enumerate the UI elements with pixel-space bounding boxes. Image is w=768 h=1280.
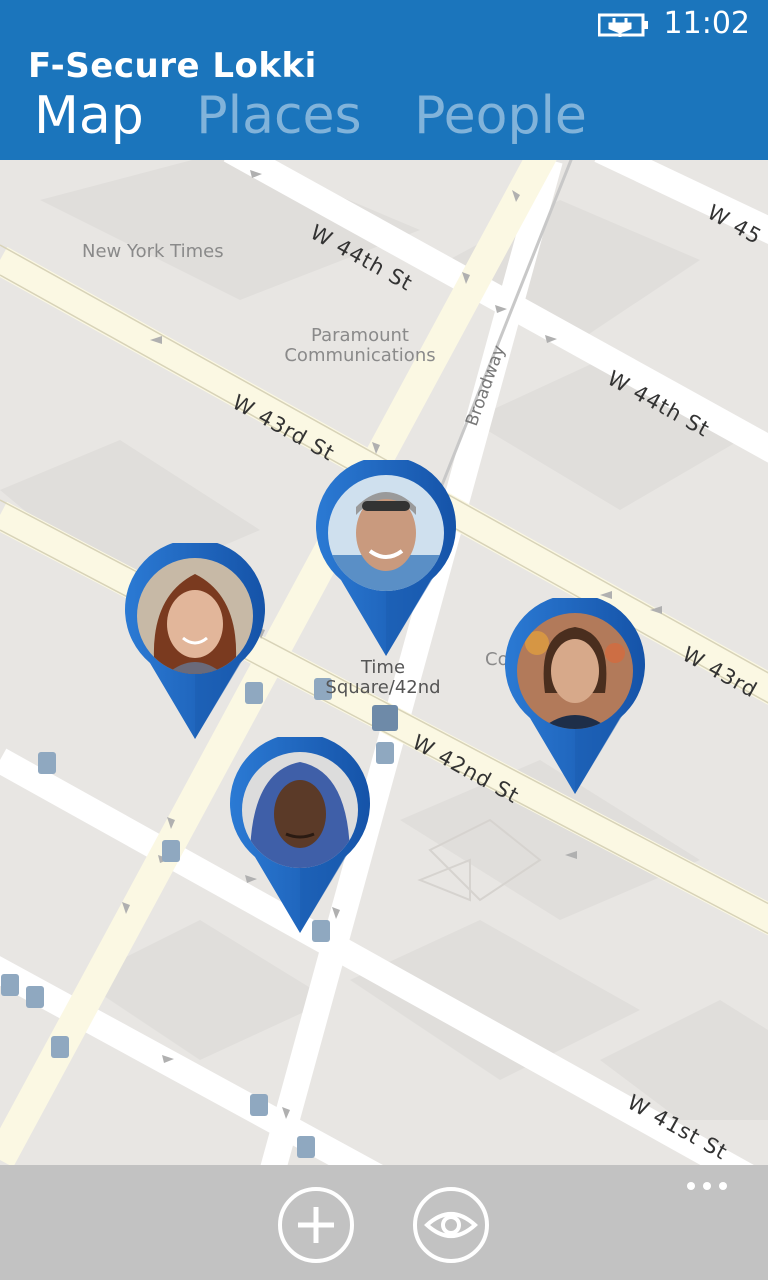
person-avatar: [242, 752, 358, 868]
tab-places[interactable]: Places: [196, 86, 361, 146]
tab-map[interactable]: Map: [34, 86, 144, 146]
map-view[interactable]: New York Times Paramount Communications …: [0, 160, 768, 1165]
add-button[interactable]: [278, 1187, 354, 1263]
poi-label-paramount: Paramount Communications: [284, 325, 436, 366]
status-bar: 11:02: [0, 0, 768, 50]
person-pin-2[interactable]: [120, 543, 270, 743]
eye-icon: [424, 1212, 478, 1238]
person-avatar: [137, 558, 253, 674]
poi-label-nyt: New York Times: [82, 241, 224, 262]
app-title: F-Secure Lokki: [28, 46, 317, 86]
clock: 11:02: [663, 6, 750, 41]
add-icon: [298, 1207, 334, 1243]
app-header: 11:02 F-Secure Lokki Map Places People: [0, 0, 768, 160]
person-pin-3[interactable]: [500, 598, 650, 798]
tab-people[interactable]: People: [414, 86, 587, 146]
more-icon[interactable]: [684, 1179, 730, 1193]
poi-label-times-square: Time Square/42nd: [325, 657, 441, 698]
app-bar: [0, 1165, 768, 1280]
visibility-button[interactable]: [413, 1187, 489, 1263]
person-avatar: [517, 613, 633, 729]
person-pin-4[interactable]: [225, 737, 375, 937]
pivot-tabs: Map Places People: [34, 86, 623, 146]
person-avatar: [328, 475, 444, 591]
person-pin-1[interactable]: [311, 460, 461, 660]
battery-charging-icon: [598, 13, 648, 37]
